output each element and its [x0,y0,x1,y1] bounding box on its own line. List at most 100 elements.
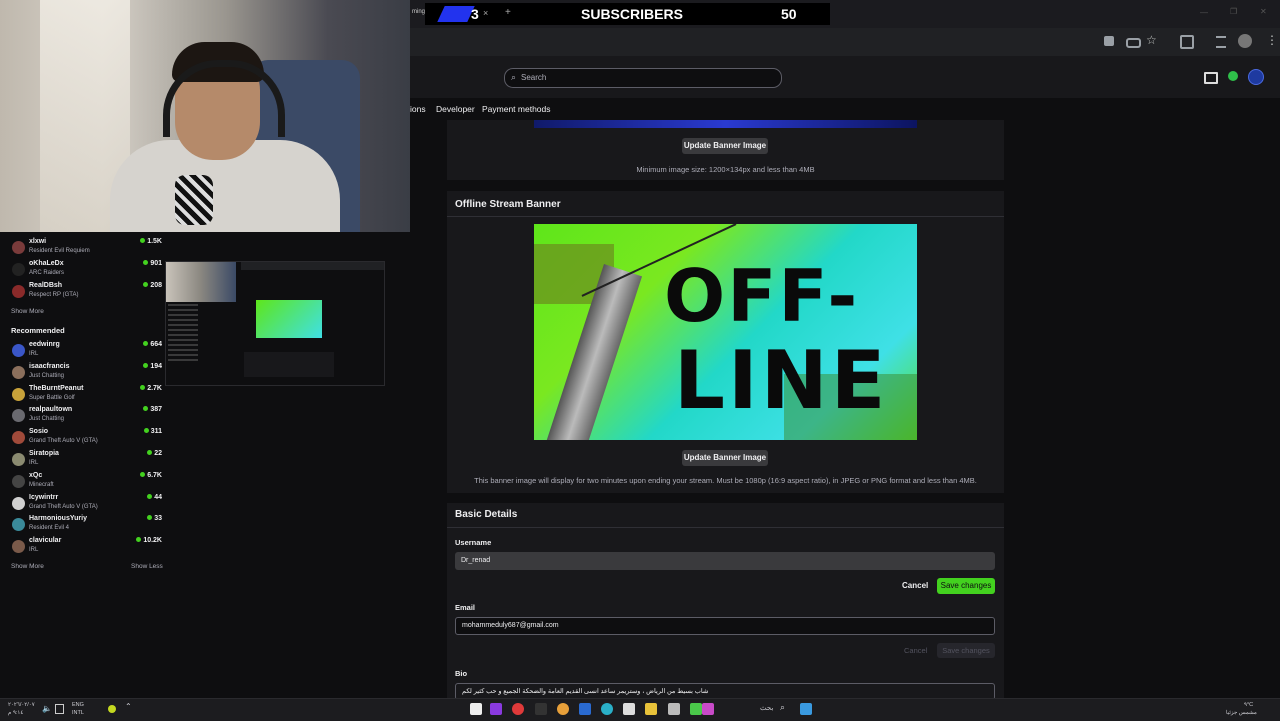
channel-name: realpaultown [29,406,73,414]
recommended-row[interactable]: clavicular IRL 10.2K [0,537,170,559]
chrome-icon[interactable] [557,703,569,715]
recommended-row[interactable]: realpaultown Just Chatting 387 [0,406,170,428]
username-cancel-button[interactable]: Cancel [902,581,928,590]
volume-icon[interactable]: 🔈 [42,704,52,713]
webcam-feed [0,0,410,232]
username-label: Username [455,538,492,547]
recommended-row[interactable]: HarmoniousYuriy Resident Evil 4 33 [0,515,170,537]
viewer-count: 387 [143,406,162,413]
extensions-icon[interactable] [1180,35,1194,49]
profile-avatar[interactable] [1238,34,1252,48]
channel-game: Respect RP (GTA) [29,291,79,298]
password-key-icon[interactable] [1126,38,1141,48]
viewer-count: 194 [143,363,162,370]
store-icon[interactable] [623,703,635,715]
email-value: mohammeduly687@gmail.com [462,622,559,629]
edge-icon[interactable] [601,703,613,715]
offline-banner-title: Offline Stream Banner [455,199,561,210]
email-field[interactable]: mohammeduly687@gmail.com [455,617,995,635]
search-input[interactable]: ⌕ Search [504,68,782,88]
recommended-row[interactable]: xQc Minecraft 6.7K [0,472,170,494]
tab-connections[interactable]: ions [410,104,426,114]
stream-preview-thumbnail [165,261,385,386]
email-cancel-button[interactable]: Cancel [904,646,927,655]
viewer-count: 10.2K [136,537,162,544]
extension-green-icon[interactable] [1228,71,1238,81]
channel-avatar [12,540,25,554]
tray-app-icon[interactable] [108,705,116,713]
preview-sidebar [168,304,198,364]
start-icon[interactable] [800,703,812,715]
minimize-icon[interactable]: — [1200,8,1208,17]
overlay-accent [437,6,475,22]
tab-payment-methods[interactable]: Payment methods [482,104,551,114]
bookmark-star-icon[interactable]: ☆ [1146,33,1157,47]
recommended-row[interactable]: Siratopia IRL 22 [0,450,170,472]
preview-details [244,352,334,377]
update-offline-banner-button[interactable]: Update Banner Image [682,450,768,466]
channel-game: Just Chatting [29,416,65,423]
overlay-tab-number: 3 [471,6,479,22]
recommended-row[interactable]: isaacfrancis Just Chatting 194 [0,363,170,385]
channel-avatar [12,387,25,401]
taskbar-app-11-icon[interactable] [690,703,702,715]
maximize-icon[interactable]: ❐ [1230,7,1237,16]
tab-close-icon[interactable]: × [483,8,488,18]
show-less-recommended[interactable]: Show Less [131,563,163,570]
viewer-count: 22 [147,450,162,457]
taskbar-app-3-icon[interactable] [512,703,524,715]
followed-row[interactable]: RealDBsh Respect RP (GTA) 208 [0,282,170,304]
followed-row[interactable]: oKhaLeDx ARC Raiders 901 [0,260,170,282]
search-placeholder: Search [521,73,547,82]
taskbar-search-text[interactable]: بحث [760,704,773,712]
username-field[interactable]: Dr_renad [455,552,995,570]
user-avatar[interactable] [1248,69,1264,85]
taskbar-app-2-icon[interactable] [490,703,502,715]
taskbar-app-6-icon[interactable] [579,703,591,715]
channel-name: RealDBsh [29,281,63,289]
taskbar-app-4-icon[interactable] [535,703,547,715]
tab-developer[interactable]: Developer [436,104,475,114]
channel-game: Minecraft [29,481,54,488]
close-window-icon[interactable]: ✕ [1260,7,1267,16]
browser-toolbar: ☆ ⋮ [410,28,1280,56]
new-tab-icon[interactable]: + [505,7,511,18]
offline-banner-text-line1: OFF- [664,254,860,338]
update-profile-banner-button[interactable]: Update Banner Image [682,138,768,154]
microphone-icon [175,175,213,225]
recommended-row[interactable]: eedwinrg IRL 664 [0,341,170,363]
taskbar-app-12-icon[interactable] [702,703,714,715]
inbox-icon[interactable] [1204,72,1218,84]
app-header: ⌕ Search [410,56,1280,99]
tray-expand-icon[interactable]: ⌃ [125,702,132,711]
recommended-title: Recommended [11,326,65,335]
offline-banner-text-line2: LINE [674,334,889,427]
recommended-row[interactable]: Sosio Grand Theft Auto V (GTA) 311 [0,428,170,450]
taskbar-lang-line1[interactable]: ENG [72,702,84,708]
preview-header [241,262,384,270]
taskbar-search-icon[interactable]: ⌕ [780,702,785,713]
recommended-row[interactable]: TheBurntPeanut Super Battle Golf 2.7K [0,385,170,407]
followed-row[interactable]: xlxwi Resident Evil Requiem 1.5K [0,238,170,260]
basic-details-divider [447,527,1004,528]
channel-avatar [12,453,25,466]
viewer-count: 6.7K [140,472,162,479]
show-more-followed[interactable]: Show More [11,308,44,315]
tab-search-icon[interactable] [1216,36,1226,48]
username-save-button[interactable]: Save changes [937,578,995,594]
taskbar-app-10-icon[interactable] [668,703,680,715]
show-more-recommended[interactable]: Show More [11,563,44,570]
channel-name: clavicular [29,537,62,545]
viewer-count: 664 [143,341,162,348]
taskbar-app-1-icon[interactable] [470,703,482,715]
browser-menu-icon[interactable]: ⋮ [1266,33,1278,47]
tab-title-fragment[interactable]: ming [412,9,425,15]
network-icon[interactable] [55,704,64,714]
bio-label: Bio [455,669,468,678]
file-explorer-icon[interactable] [645,703,657,715]
channel-avatar [12,344,25,357]
translate-icon[interactable] [1104,36,1114,46]
recommended-row[interactable]: Icywintrr Grand Theft Auto V (GTA) 44 [0,494,170,516]
taskbar-lang-line2[interactable]: INTL [72,710,84,716]
email-save-button[interactable]: Save changes [937,643,995,658]
